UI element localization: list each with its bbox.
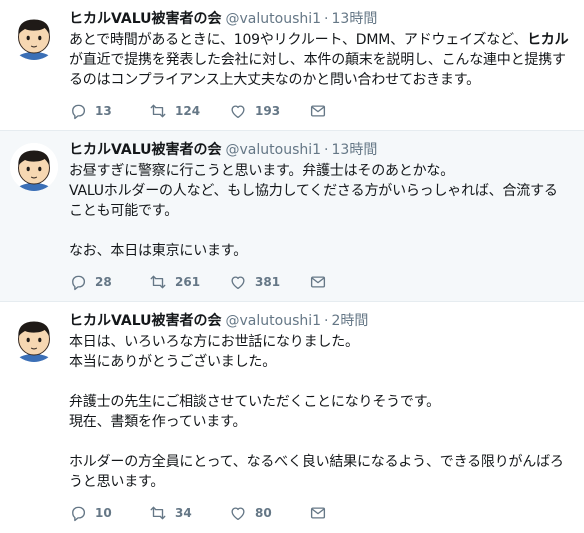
retweet-icon bbox=[149, 504, 167, 522]
tweet-text-segment: 本日は、いろいろな方にお世話になりました。 bbox=[69, 334, 359, 350]
retweet-button[interactable]: 124 bbox=[149, 101, 200, 121]
tweet-text: お昼すぎに警察に行こうと思います。弁護士はそのあとかな。 VALUホルダーの人な… bbox=[69, 161, 574, 261]
reply-icon bbox=[69, 102, 87, 120]
separator-dot: · bbox=[324, 142, 329, 158]
tweet[interactable]: ヒカルVALU被害者の会 @valutoushi1 · 13時間 お昼すぎに警察に行こ… bbox=[0, 131, 584, 302]
retweet-count: 261 bbox=[175, 275, 201, 289]
like-count: 193 bbox=[255, 104, 281, 118]
tweet-text-segment: うと思います。 bbox=[69, 474, 165, 490]
tweet-text-segment: ホルダーの方全員にとって、なるべく良い結果になるよう、できる限りがんばろ bbox=[69, 454, 564, 470]
tweet-header: ヒカルVALU被害者の会 @valutoushi1 · 2時間 bbox=[69, 311, 368, 331]
tweet-text-line: ホルダーの方全員にとって、なるべく良い結果になるよう、できる限りがんばろ bbox=[69, 452, 574, 472]
author-name[interactable]: ヒカルVALU被害者の会 bbox=[69, 142, 222, 158]
tweet-text: あとで時間があるときに、109やリクルート、DMM、アドウェイズなど、ヒカル が… bbox=[69, 30, 574, 90]
like-icon bbox=[229, 273, 247, 291]
direct-message-icon bbox=[309, 273, 327, 291]
tweet-text-line: 弁護士の先生にご相談させていただくことになりそうです。 bbox=[69, 392, 574, 412]
tweet-text-line: るのはコンプライアンス上大丈夫なのかと問い合わせておきます。 bbox=[69, 70, 574, 90]
reply-count: 10 bbox=[95, 506, 112, 520]
like-count: 80 bbox=[255, 506, 272, 520]
like-icon bbox=[229, 102, 247, 120]
tweet-text-segment: あとで時間があるときに、109やリクルート、DMM、アドウェイズなど、 bbox=[69, 32, 527, 48]
tweet-text-segment: が直近で提携を発表した会社に対し、本件の顛末を説明し、こんな連中と提携す bbox=[69, 52, 566, 68]
author-name[interactable]: ヒカルVALU被害者の会 bbox=[69, 313, 222, 329]
avatar-illustration bbox=[10, 143, 58, 191]
tweet-text-line: なお、本日は東京にいます。 bbox=[69, 241, 574, 261]
direct-message-icon bbox=[309, 504, 327, 522]
author-handle[interactable]: @valutoushi1 bbox=[226, 313, 322, 329]
retweet-count: 34 bbox=[175, 506, 192, 520]
reply-count: 13 bbox=[95, 104, 112, 118]
tweet-text-keyword: ヒカル bbox=[527, 32, 569, 48]
tweet-text-line: お昼すぎに警察に行こうと思います。弁護士はそのあとかな。 bbox=[69, 161, 574, 181]
retweet-button[interactable]: 34 bbox=[149, 503, 192, 523]
tweet-text-line: ことも可能です。 bbox=[69, 201, 574, 221]
like-icon bbox=[229, 504, 247, 522]
tweet-text-line: 本当にありがとうございました。 bbox=[69, 352, 574, 372]
avatar-illustration bbox=[10, 314, 58, 362]
avatar-illustration bbox=[10, 12, 58, 60]
reply-icon bbox=[69, 504, 87, 522]
retweet-icon bbox=[149, 273, 167, 291]
like-count: 381 bbox=[255, 275, 281, 289]
reply-count: 28 bbox=[95, 275, 112, 289]
tweet-text-segment: 現在、書類を作っています。 bbox=[69, 414, 247, 430]
tweet-text-line: 本日は、いろいろな方にお世話になりました。 bbox=[69, 332, 574, 352]
tweet-text-segment: VALUホルダーの人など、もし協力してくださる方がいらっしゃれば、合流する bbox=[69, 183, 558, 199]
tweet-timeline: ヒカルVALU被害者の会 @valutoushi1 · 13時間 あとで時間があるとき… bbox=[0, 0, 584, 533]
tweet-text-segment: 弁護士の先生にご相談させていただくことになりそうです。 bbox=[69, 394, 440, 410]
retweet-icon bbox=[149, 102, 167, 120]
direct-message-icon bbox=[309, 102, 327, 120]
tweet-header: ヒカルVALU被害者の会 @valutoushi1 · 13時間 bbox=[69, 140, 377, 160]
like-button[interactable]: 381 bbox=[229, 272, 280, 292]
tweet[interactable]: ヒカルVALU被害者の会 @valutoushi1 · 13時間 あとで時間があるとき… bbox=[0, 0, 584, 131]
avatar[interactable] bbox=[10, 12, 58, 60]
tweet-text-segment: ことも可能です。 bbox=[69, 203, 178, 219]
separator-dot: · bbox=[324, 313, 329, 329]
tweet-text-line: うと思います。 bbox=[69, 472, 574, 492]
direct-message-button[interactable] bbox=[309, 101, 327, 121]
tweet-text: 本日は、いろいろな方にお世話になりました。 本当にありがとうございました。 弁護… bbox=[69, 332, 574, 492]
tweet-text-line: が直近で提携を発表した会社に対し、本件の顛末を説明し、こんな連中と提携す bbox=[69, 50, 574, 70]
tweet-text-line: 現在、書類を作っています。 bbox=[69, 412, 574, 432]
tweet-timestamp[interactable]: 13時間 bbox=[332, 11, 378, 27]
separator-dot: · bbox=[324, 11, 329, 27]
tweet-text-line: あとで時間があるときに、109やリクルート、DMM、アドウェイズなど、ヒカル bbox=[69, 30, 574, 50]
direct-message-button[interactable] bbox=[309, 503, 327, 523]
tweet-text-segment: るのはコンプライアンス上大丈夫なのかと問い合わせておきます。 bbox=[69, 72, 480, 88]
author-handle[interactable]: @valutoushi1 bbox=[226, 142, 322, 158]
author-name[interactable]: ヒカルVALU被害者の会 bbox=[69, 11, 222, 27]
reply-button[interactable]: 28 bbox=[69, 272, 112, 292]
reply-icon bbox=[69, 273, 87, 291]
tweet-text-line: VALUホルダーの人など、もし協力してくださる方がいらっしゃれば、合流する bbox=[69, 181, 574, 201]
tweet-text-segment: お昼すぎに警察に行こうと思います。弁護士はそのあとかな。 bbox=[69, 163, 454, 179]
tweet-text-segment: なお、本日は東京にいます。 bbox=[69, 243, 247, 259]
retweet-button[interactable]: 261 bbox=[149, 272, 200, 292]
like-button[interactable]: 80 bbox=[229, 503, 272, 523]
reply-button[interactable]: 13 bbox=[69, 101, 112, 121]
tweet-text-segment: 本当にありがとうございました。 bbox=[69, 354, 276, 370]
avatar[interactable] bbox=[10, 143, 58, 191]
direct-message-button[interactable] bbox=[309, 272, 327, 292]
reply-button[interactable]: 10 bbox=[69, 503, 112, 523]
tweet[interactable]: ヒカルVALU被害者の会 @valutoushi1 · 2時間 本日は、いろいろな方に… bbox=[0, 302, 584, 533]
avatar[interactable] bbox=[10, 314, 58, 362]
retweet-count: 124 bbox=[175, 104, 201, 118]
author-handle[interactable]: @valutoushi1 bbox=[226, 11, 322, 27]
tweet-timestamp[interactable]: 2時間 bbox=[332, 313, 369, 329]
tweet-header: ヒカルVALU被害者の会 @valutoushi1 · 13時間 bbox=[69, 9, 377, 29]
tweet-timestamp[interactable]: 13時間 bbox=[332, 142, 378, 158]
like-button[interactable]: 193 bbox=[229, 101, 280, 121]
